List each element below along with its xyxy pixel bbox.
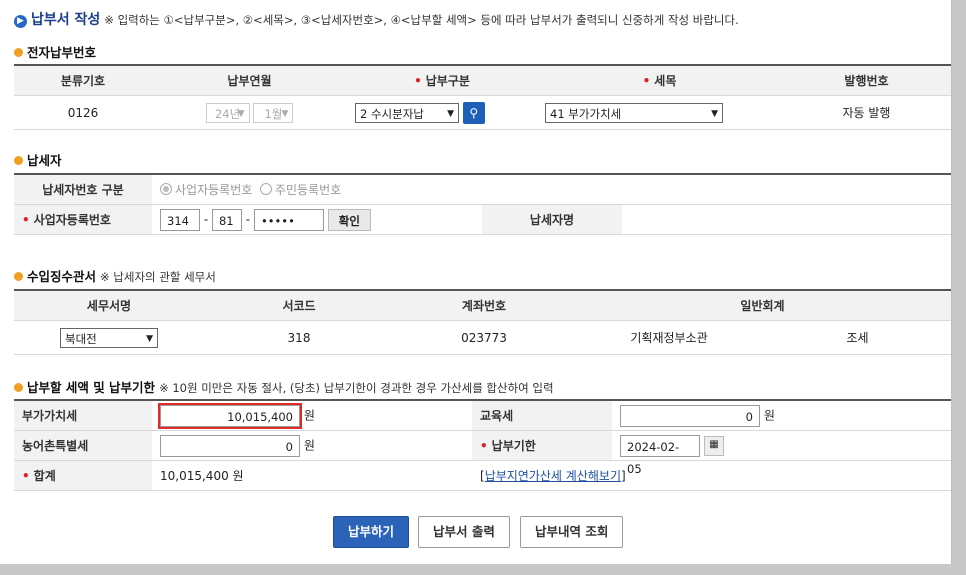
office-select[interactable]: 북대전 ▼ [60, 327, 158, 348]
header-general-account: 일반회계 [574, 289, 951, 321]
edu-tax-label: 교육세 [472, 399, 612, 431]
account-value: 023773 [394, 320, 574, 355]
header-office-code: 서코드 [204, 289, 394, 321]
issue-no-value: 자동 발행 [782, 95, 951, 130]
header-year-month: 납부연월 [152, 64, 347, 96]
chevron-down-icon: ▼ [146, 333, 153, 344]
late-fee-link-cell: [납부지연가산세 계산해보기] [472, 460, 951, 491]
ministry-value: 기획재정부소관 [574, 320, 764, 355]
chevron-down-icon: ▼ [237, 108, 245, 119]
section-dot-icon [14, 48, 23, 57]
biz-number-part3[interactable]: ••••• [253, 208, 324, 231]
vat-label: 부가가치세 [14, 399, 152, 431]
year-month-cell: 24년 ▼ 1월 ▼ [152, 95, 347, 130]
payment-number-table: 분류기호 납부연월 • 납부구분 • 세목 발행번호 0126 24년 ▼ 1월 ▼ 2… [14, 64, 951, 130]
vertical-scrollbar[interactable] [952, 0, 966, 575]
year-select[interactable]: 24년 ▼ [205, 102, 250, 123]
print-bill-button[interactable]: 납부서 출력 [418, 516, 510, 548]
taxpayer-type-label: 납세자번호 구분 [14, 173, 152, 205]
tax-amount-table: 부가가치세 10,015,400 원 교육세 0 원 농어촌특별세 0 원 • 납… [14, 399, 951, 491]
header-class-code: 분류기호 [14, 64, 152, 96]
page-title: ▶ 납부서 작성 ※ 입력하는 ①<납부구분>, ②<세목>, ③<납세자번호>, … [14, 9, 739, 29]
pay-button[interactable]: 납부하기 [333, 516, 410, 548]
arrow-bullet-icon: ▶ [14, 15, 27, 28]
header-pay-type: • 납부구분 [347, 64, 537, 96]
header-tax-item: • 세목 [537, 64, 782, 96]
section-dot-icon [14, 383, 23, 392]
section-dot-icon [14, 156, 23, 165]
chevron-down-icon: ▼ [711, 108, 718, 119]
section-title-tax-amount: 납부할 세액 및 납부기한 ※ 10원 미만은 자동 절사, (당초) 납부기한이… [14, 377, 554, 396]
month-select[interactable]: 1월 ▼ [253, 102, 294, 123]
due-date-label: • 납부기한 [472, 430, 612, 461]
taxpayer-table: 납세자번호 구분 사업자등록번호 주민등록번호 • 사업자등록번호 314 - 8… [14, 173, 951, 235]
unit-label: 원 [303, 438, 315, 452]
biz-number-label: • 사업자등록번호 [14, 204, 152, 235]
edu-tax-cell: 0 원 [612, 399, 951, 431]
unit-label: 원 [763, 408, 775, 422]
tax-item-select[interactable]: 41 부가가치세 ▼ [545, 102, 723, 123]
taxpayer-type-cell: 사업자등록번호 주민등록번호 [152, 173, 482, 205]
collecting-office-table: 세무서명 서코드 계좌번호 일반회계 북대전 ▼ 318 023773 기획재정부… [14, 289, 951, 355]
pay-type-cell: 2 수시분자납 ▼ ⚲ [347, 95, 537, 130]
required-mark-icon: • [480, 439, 488, 453]
tax-kind-value: 조세 [764, 320, 951, 355]
taxpayer-name-label: 납세자명 [482, 204, 622, 235]
section-title-payment-number: 전자납부번호 [14, 42, 96, 61]
header-account: 계좌번호 [394, 289, 574, 321]
required-mark-icon: • [414, 74, 422, 88]
biz-number-part2[interactable]: 81 [211, 208, 242, 231]
class-code-value: 0126 [14, 95, 152, 130]
chevron-down-icon: ▼ [281, 108, 289, 119]
search-icon: ⚲ [469, 105, 479, 120]
page-note: ※ 입력하는 ①<납부구분>, ②<세목>, ③<납세자번호>, ④<납부할 세… [104, 13, 739, 27]
biz-number-part1[interactable]: 314 [160, 208, 200, 231]
required-mark-icon: • [642, 74, 651, 88]
tax-form-panel: ▶ 납부서 작성 ※ 입력하는 ①<납부구분>, ②<세목>, ③<납세자번호>, … [0, 0, 952, 564]
section-dot-icon [14, 272, 23, 281]
taxpayer-name-value [622, 204, 951, 235]
biz-number-cell: 314 - 81 - ••••• 확인 [152, 204, 482, 235]
due-date-input[interactable]: 2024-02-05 [620, 434, 700, 476]
unit-label: 원 [303, 408, 315, 422]
section-title-collecting-office: 수입징수관서 ※ 납세자의 관할 세무서 [14, 266, 216, 285]
due-date-cell: 2024-02-05▦ [612, 430, 951, 476]
search-button[interactable]: ⚲ [462, 101, 485, 124]
office-cell: 북대전 ▼ [14, 320, 204, 355]
required-mark-icon: • [22, 213, 30, 227]
payment-history-button[interactable]: 납부내역 조회 [520, 516, 624, 548]
rural-tax-cell: 0 원 [152, 430, 472, 461]
header-issue-no: 발행번호 [782, 64, 951, 96]
required-mark-icon: • [22, 469, 30, 483]
confirm-button[interactable]: 확인 [327, 208, 371, 231]
empty-cell [622, 173, 951, 205]
total-label: • 합계 [14, 460, 152, 491]
vat-amount-input[interactable]: 10,015,400 [158, 402, 302, 429]
total-value: 10,015,400 원 [152, 460, 472, 491]
late-fee-calc-link[interactable]: 납부지연가산세 계산해보기 [485, 469, 621, 483]
rural-tax-input[interactable]: 0 [160, 434, 300, 457]
calendar-icon[interactable]: ▦ [704, 435, 724, 456]
pay-type-select[interactable]: 2 수시분자납 ▼ [355, 102, 459, 123]
chevron-down-icon: ▼ [447, 108, 454, 119]
rural-tax-label: 농어촌특별세 [14, 430, 152, 461]
section-title-taxpayer: 납세자 [14, 150, 62, 169]
header-office-name: 세무서명 [14, 289, 204, 321]
horizontal-scrollbar[interactable] [0, 564, 966, 575]
edu-tax-input[interactable]: 0 [620, 404, 760, 427]
tax-item-cell: 41 부가가치세 ▼ [537, 95, 782, 130]
vat-cell: 10,015,400 원 [152, 399, 472, 431]
empty-cell [482, 173, 622, 205]
radio-biz-number[interactable] [160, 183, 172, 195]
radio-resident-number[interactable] [259, 183, 272, 195]
office-code-value: 318 [204, 320, 394, 355]
